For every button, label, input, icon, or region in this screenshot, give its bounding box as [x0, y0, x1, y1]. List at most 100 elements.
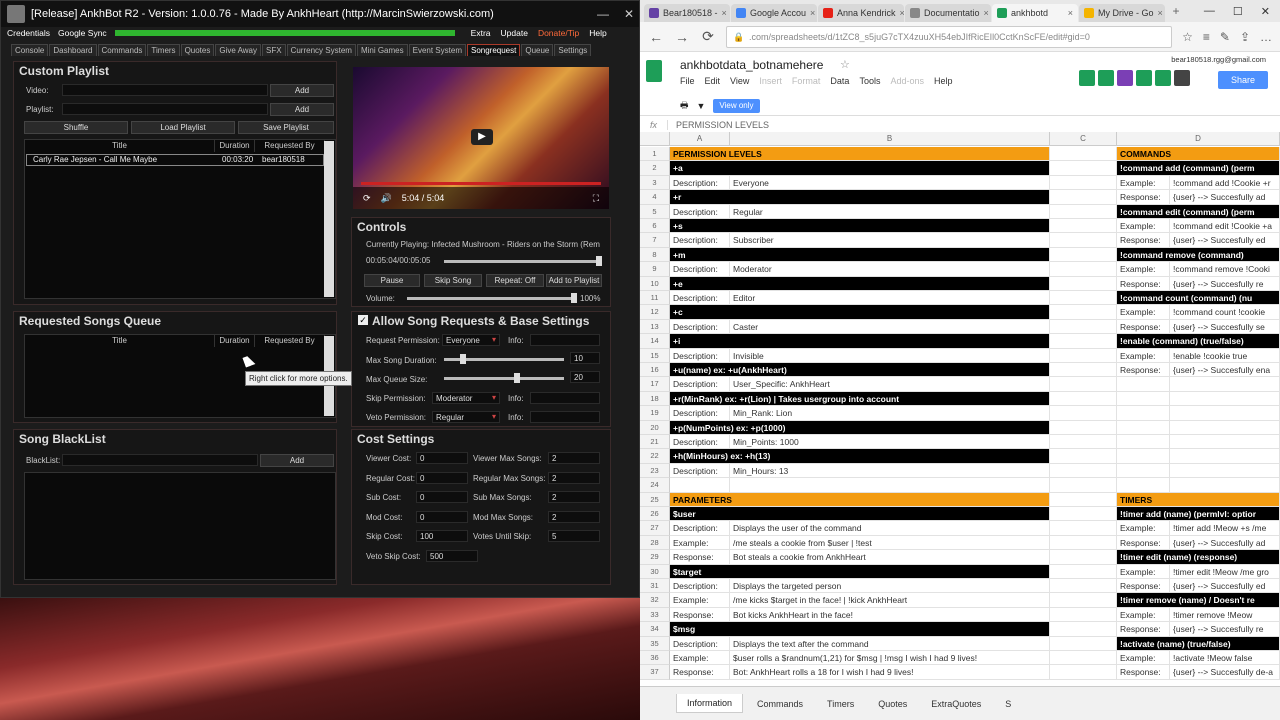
- table-cell[interactable]: Description:: [670, 204, 730, 219]
- table-cell[interactable]: [1117, 420, 1170, 435]
- menu-google-sync[interactable]: Google Sync: [58, 28, 107, 38]
- tab-currency-system[interactable]: Currency System: [286, 44, 356, 56]
- col-duration[interactable]: Duration: [215, 335, 255, 347]
- load-playlist-button[interactable]: Load Playlist: [131, 121, 235, 134]
- table-cell[interactable]: Min_Points: 1000: [730, 435, 1050, 450]
- bookmark-star-icon[interactable]: ☆: [1182, 30, 1193, 44]
- table-cell[interactable]: /me kicks $target in the face! | !kick A…: [730, 593, 1050, 608]
- max-songs-input[interactable]: 5: [548, 530, 600, 542]
- row-header[interactable]: 8: [640, 247, 670, 263]
- table-cell[interactable]: Description:: [670, 636, 730, 651]
- table-cell[interactable]: [1170, 420, 1280, 435]
- addon-icon[interactable]: [1079, 70, 1095, 86]
- table-cell[interactable]: {user} --> Succesfully de-a: [1170, 665, 1280, 680]
- sheet-tab[interactable]: Timers: [817, 695, 864, 713]
- browser-tab[interactable]: Bear180518 - ×: [644, 4, 730, 22]
- tab-console[interactable]: Console: [11, 44, 49, 56]
- table-cell[interactable]: Description:: [670, 406, 730, 421]
- table-cell[interactable]: !activate (name) (true/false): [1117, 636, 1280, 651]
- table-cell[interactable]: Example:: [1117, 564, 1170, 579]
- table-cell[interactable]: !timer add (name) (permlvl: optior: [1117, 507, 1280, 522]
- row-header[interactable]: 34: [640, 622, 670, 637]
- row-header[interactable]: 2: [640, 161, 670, 176]
- row-header[interactable]: 19: [640, 406, 670, 421]
- add-playlist-button[interactable]: Add: [270, 103, 334, 116]
- table-cell[interactable]: {user} --> Succesfully se: [1170, 319, 1280, 335]
- tab-dashboard[interactable]: Dashboard: [49, 44, 97, 56]
- close-icon[interactable]: ×: [1158, 8, 1163, 18]
- table-cell[interactable]: Bot steals a cookie from AnkhHeart: [730, 550, 1050, 565]
- table-cell[interactable]: $target: [670, 564, 1050, 579]
- comments-icon[interactable]: [1174, 70, 1190, 86]
- row-header[interactable]: 9: [640, 262, 670, 277]
- addon-icon[interactable]: [1098, 70, 1114, 86]
- table-cell[interactable]: {user} --> Succesfully ed: [1170, 579, 1280, 594]
- table-cell[interactable]: [1050, 247, 1117, 263]
- max-queue-slider[interactable]: [444, 373, 564, 383]
- menu-credentials[interactable]: Credentials: [7, 28, 50, 38]
- row-header[interactable]: 14: [640, 334, 670, 349]
- close-icon[interactable]: ✕: [619, 7, 639, 21]
- skip-song-button[interactable]: Skip Song: [424, 274, 482, 287]
- row-header[interactable]: 7: [640, 233, 670, 248]
- sheet-tab[interactable]: Commands: [747, 695, 813, 713]
- veto-info-input[interactable]: [530, 411, 600, 423]
- table-cell[interactable]: !timer edit (name) (response): [1117, 550, 1280, 565]
- table-cell[interactable]: Displays the user of the command: [730, 521, 1050, 536]
- table-cell[interactable]: [1170, 377, 1280, 392]
- menu-format[interactable]: Format: [792, 76, 821, 86]
- reload-icon[interactable]: ⟳: [700, 28, 716, 45]
- table-cell[interactable]: [1170, 463, 1280, 479]
- slider-knob[interactable]: [460, 354, 466, 364]
- menu-data[interactable]: Data: [830, 76, 849, 86]
- table-cell[interactable]: [1117, 406, 1170, 421]
- account-email[interactable]: bear180518.rgg@gmail.com: [1171, 55, 1266, 64]
- menu-donate[interactable]: Donate/Tip: [538, 28, 579, 38]
- table-cell[interactable]: [1050, 363, 1117, 378]
- row-header[interactable]: 16: [640, 363, 670, 378]
- table-cell[interactable]: [1117, 435, 1170, 450]
- close-icon[interactable]: ×: [722, 8, 727, 18]
- cost-input[interactable]: 500: [426, 549, 478, 562]
- table-cell[interactable]: +m: [670, 247, 1050, 263]
- table-cell[interactable]: [1170, 478, 1280, 493]
- table-cell[interactable]: Displays the text after the command: [730, 636, 1050, 651]
- column-header[interactable]: B: [730, 132, 1050, 146]
- table-cell[interactable]: $msg: [670, 622, 1050, 637]
- table-cell[interactable]: Response:: [670, 607, 730, 623]
- row-header[interactable]: 6: [640, 219, 670, 234]
- col-requested-by[interactable]: Requested By: [255, 140, 325, 152]
- document-title[interactable]: ankhbotdata_botnamehere: [680, 58, 823, 72]
- row-header[interactable]: 30: [640, 564, 670, 579]
- addon-icon[interactable]: [1136, 70, 1152, 86]
- max-songs-input[interactable]: 2: [548, 452, 600, 464]
- play-icon[interactable]: ▶: [471, 129, 493, 145]
- table-cell[interactable]: Bot kicks AnkhHeart in the face!: [730, 607, 1050, 623]
- table-cell[interactable]: [1050, 651, 1117, 666]
- song-progress-slider[interactable]: [444, 256, 602, 266]
- table-cell[interactable]: [1050, 579, 1117, 594]
- table-cell[interactable]: {user} --> Succesfully re: [1170, 276, 1280, 291]
- col-requested-by[interactable]: Requested By: [255, 335, 325, 347]
- table-cell[interactable]: Response:: [1117, 319, 1170, 335]
- menu-help[interactable]: Help: [589, 28, 606, 38]
- cost-input[interactable]: 100: [416, 530, 468, 542]
- table-cell[interactable]: [1050, 550, 1117, 565]
- addon-icon[interactable]: [1117, 70, 1133, 86]
- table-cell[interactable]: Description:: [670, 377, 730, 392]
- table-cell[interactable]: [1050, 219, 1117, 234]
- table-cell[interactable]: Response:: [1117, 579, 1170, 594]
- row-header[interactable]: 15: [640, 348, 670, 363]
- minimize-icon[interactable]: —: [1204, 5, 1215, 18]
- max-queue-input[interactable]: 20: [570, 371, 600, 383]
- table-cell[interactable]: !activate !Meow false: [1170, 651, 1280, 666]
- table-cell[interactable]: +c: [670, 305, 1050, 320]
- menu-icon[interactable]: ≡: [1203, 30, 1210, 44]
- browser-tab[interactable]: Documentatio ×: [905, 4, 991, 22]
- menu-view[interactable]: View: [730, 76, 749, 86]
- table-cell[interactable]: +r: [670, 190, 1050, 205]
- shuffle-button[interactable]: Shuffle: [24, 121, 128, 134]
- cost-input[interactable]: 0: [416, 510, 468, 523]
- table-cell[interactable]: Moderator: [730, 262, 1050, 277]
- menu-file[interactable]: File: [680, 76, 695, 86]
